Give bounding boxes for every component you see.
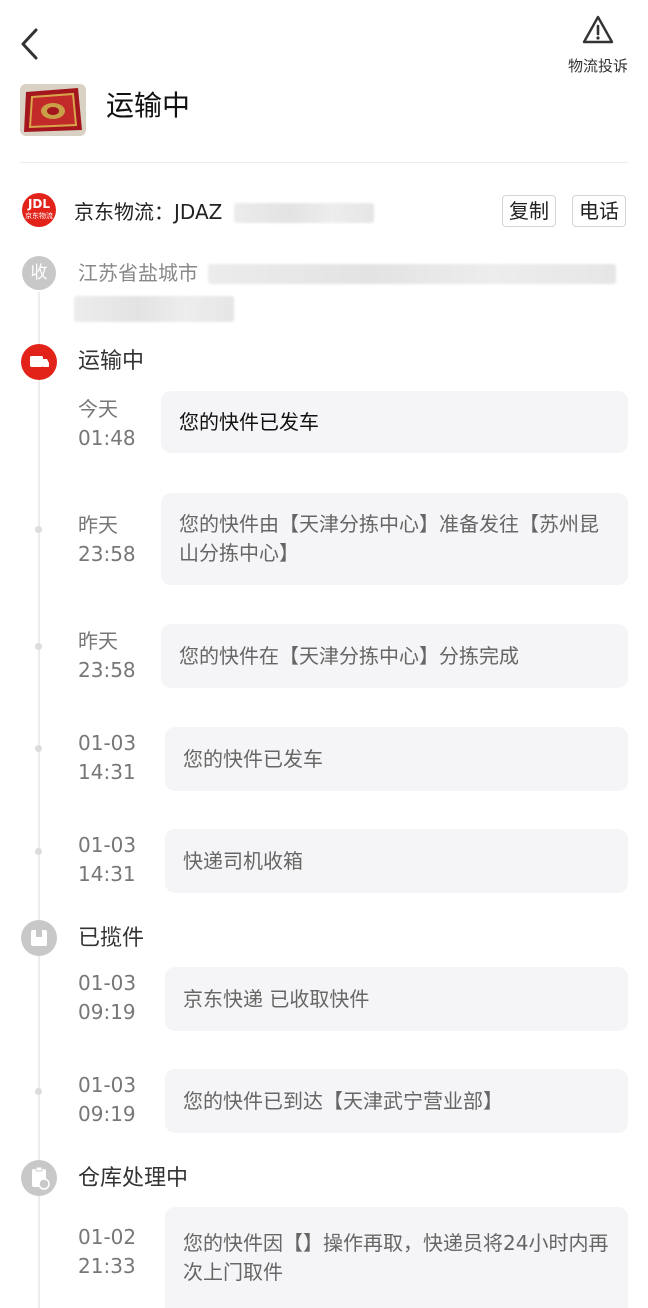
event-date: 01-03: [78, 731, 137, 755]
jdl-logo-text: JDL: [27, 197, 51, 211]
package-icon: [21, 920, 57, 956]
warning-icon: [582, 15, 614, 44]
redacted-address-line2: [74, 296, 234, 322]
timeline-line: [38, 292, 40, 1308]
jdl-logo-subtext: 京东物流: [25, 212, 53, 220]
event-text: 快递司机收箱: [183, 848, 303, 873]
milestone-warehouse: 仓库处理中: [78, 1166, 189, 1191]
event-time: 01:48: [78, 426, 136, 450]
event-time: 23:58: [78, 658, 136, 682]
tracking-number: 京东物流：JDAZ: [74, 200, 223, 224]
jdl-logo-icon: JDL 京东物流: [22, 193, 56, 227]
event-card: 您的快件已发车: [165, 727, 628, 791]
event-card: 您的快件由【天津分拣中心】准备发往【苏州昆山分拣中心】: [161, 493, 628, 585]
complaint-label: 物流投诉: [567, 57, 628, 75]
event-date: 01-02: [78, 1225, 137, 1249]
event-text: 您的快件已发车: [183, 746, 323, 771]
clipboard-icon: [21, 1160, 57, 1196]
event-text: 您的快件由【天津分拣中心】准备发往【苏州昆山分拣中心】: [179, 512, 599, 565]
event-date: 01-03: [78, 971, 137, 995]
truck-icon: [21, 344, 57, 380]
event-card: 您的快件因【】操作再取，快递员将24小时内再次上门取件: [165, 1207, 628, 1308]
redacted-tracking-number: [234, 203, 374, 223]
event-text: 您的快件因【】操作再取，快递员将24小时内再次上门取件: [183, 1230, 609, 1284]
event-date: 昨天: [78, 513, 118, 537]
product-thumbnail[interactable]: [20, 84, 86, 136]
event-text: 您的快件已发车: [179, 409, 319, 434]
redacted-address-line1: [208, 264, 616, 284]
event-date: 01-03: [78, 833, 137, 857]
chevron-left-icon: [21, 28, 38, 60]
event-text: 您的快件在【天津分拣中心】分拣完成: [179, 643, 519, 668]
event-card: 您的快件已发车: [161, 391, 628, 453]
receiver-address: 江苏省盐城市: [78, 261, 198, 285]
divider: [20, 162, 628, 163]
back-button[interactable]: [14, 24, 50, 64]
timeline-dot: [35, 848, 42, 855]
event-card: 您的快件已到达【天津武宁营业部】: [165, 1069, 628, 1133]
logistics-complaint-button[interactable]: 物流投诉: [560, 12, 636, 78]
event-text: 京东快递 已收取快件: [183, 986, 370, 1011]
event-date: 01-03: [78, 1073, 137, 1097]
event-time: 14:31: [78, 760, 136, 784]
copy-button[interactable]: 复制: [502, 195, 556, 227]
event-time: 21:33: [78, 1254, 136, 1278]
rug-image: [20, 84, 86, 136]
event-card: 快递司机收箱: [165, 829, 628, 893]
page-title: 运输中: [106, 89, 191, 122]
event-time: 23:58: [78, 542, 136, 566]
timeline-dot: [35, 1088, 42, 1095]
event-time: 09:19: [78, 1000, 136, 1024]
timeline-dot: [35, 745, 42, 752]
milestone-picked-up: 已揽件: [78, 926, 145, 951]
event-time: 14:31: [78, 862, 136, 886]
event-time: 09:19: [78, 1102, 136, 1126]
event-date: 昨天: [78, 629, 118, 653]
timeline-dot: [35, 643, 42, 650]
event-card: 您的快件在【天津分拣中心】分拣完成: [161, 624, 628, 688]
event-card: 京东快递 已收取快件: [165, 967, 628, 1031]
receiver-badge-icon: 收: [22, 256, 56, 290]
milestone-in-transit: 运输中: [78, 349, 145, 374]
event-text: 您的快件已到达【天津武宁营业部】: [183, 1088, 503, 1113]
call-button[interactable]: 电话: [572, 195, 626, 227]
event-date: 今天: [78, 397, 118, 421]
timeline-dot: [35, 526, 42, 533]
